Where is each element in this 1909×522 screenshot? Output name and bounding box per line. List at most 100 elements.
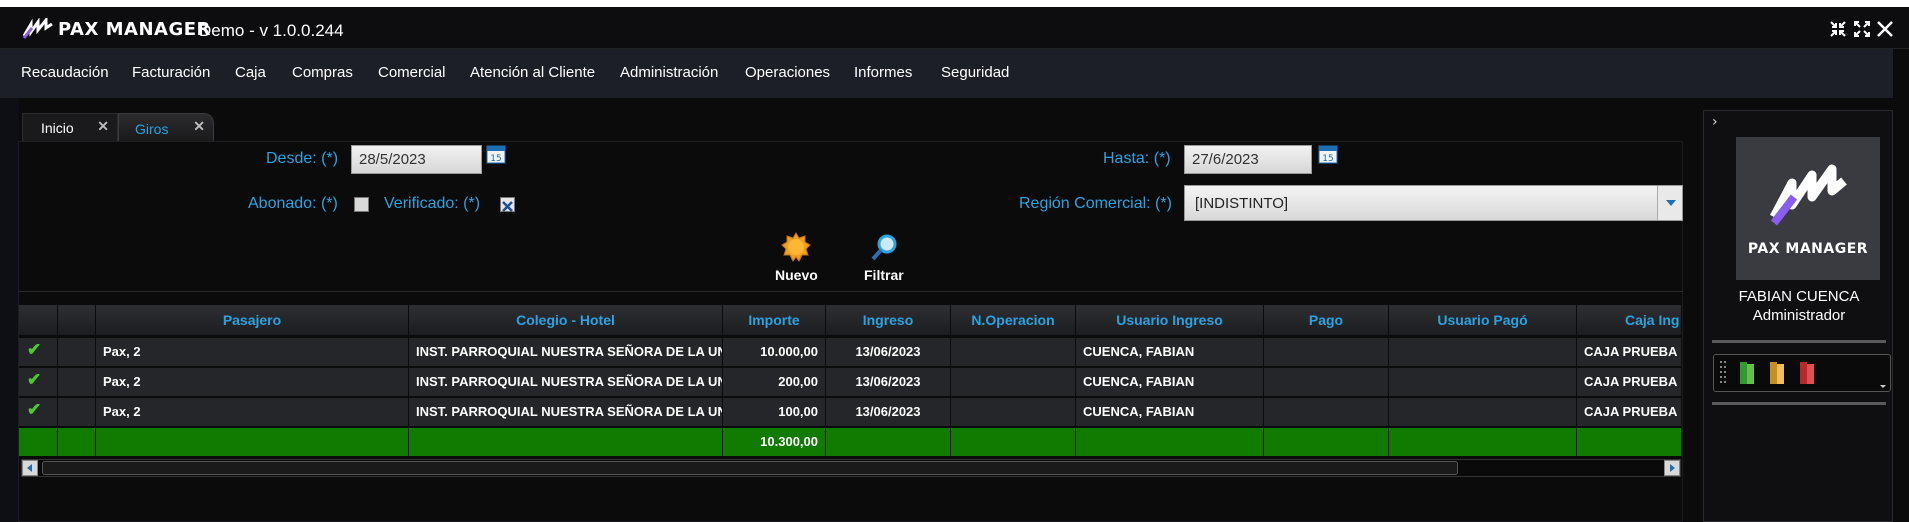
menu-seguridad[interactable]: Seguridad xyxy=(941,64,1009,81)
desde-date-input[interactable]: 28/5/2023 xyxy=(351,145,482,174)
cell-ingreso[interactable]: 13/06/2023 xyxy=(826,398,951,426)
menu-facturacion[interactable]: Facturación xyxy=(132,64,210,81)
scroll-left-icon[interactable] xyxy=(22,460,38,476)
table-cell[interactable] xyxy=(58,338,96,366)
cell-n-operacion[interactable] xyxy=(951,338,1076,366)
total-row-cell xyxy=(951,428,1076,456)
divider xyxy=(1712,402,1886,405)
column-header-usuario-pago[interactable]: Usuario Pagó xyxy=(1389,305,1577,335)
cell-caja-ingreso[interactable]: CAJA PRUEBA xyxy=(1577,338,1682,366)
checkbox-x-icon xyxy=(502,201,513,212)
cell-pasajero[interactable]: Pax, 2 xyxy=(96,338,409,366)
cell-n-operacion[interactable] xyxy=(951,398,1076,426)
total-row-cell xyxy=(1076,428,1264,456)
minimize-icon[interactable] xyxy=(1829,20,1847,43)
cell-caja-ingreso[interactable]: CAJA PRUEBA xyxy=(1577,368,1682,396)
column-header-importe[interactable]: Importe xyxy=(723,305,826,335)
chevron-down-icon[interactable] xyxy=(1657,186,1682,220)
cell-usuario-ingreso[interactable]: CUENCA, FABIAN xyxy=(1076,338,1264,366)
cell-colegio-hotel[interactable]: INST. PARROQUIAL NUESTRA SEÑORA DE LA UN xyxy=(409,368,723,396)
scrollbar-thumb[interactable] xyxy=(42,461,1458,475)
column-header-pasajero[interactable]: Pasajero xyxy=(96,305,409,335)
close-tab-icon[interactable]: ✕ xyxy=(97,118,109,135)
hasta-date-input[interactable]: 27/6/2023 xyxy=(1184,145,1312,174)
row-status-cell[interactable]: ✔ xyxy=(19,338,58,366)
total-row-cell xyxy=(1389,428,1577,456)
calendar-icon[interactable]: 15 xyxy=(486,144,506,164)
magnifier-icon xyxy=(871,234,897,261)
menu-atencion-cliente[interactable]: Atención al Cliente xyxy=(470,64,595,81)
title-bar: PAX MANAGER Demo - v 1.0.0.244 xyxy=(0,7,1909,49)
menu-comercial[interactable]: Comercial xyxy=(378,64,446,81)
menu-informes[interactable]: Informes xyxy=(854,64,912,81)
menu-administracion[interactable]: Administración xyxy=(620,64,718,81)
column-header-blank[interactable] xyxy=(58,305,96,335)
column-header-n-operacion[interactable]: N.Operacion xyxy=(951,305,1076,335)
column-header-status[interactable] xyxy=(19,305,58,335)
cell-n-operacion[interactable] xyxy=(951,368,1076,396)
cell-ingreso[interactable]: 13/06/2023 xyxy=(826,368,951,396)
new-star-icon xyxy=(781,232,812,262)
check-icon: ✔ xyxy=(27,340,42,359)
region-comercial-select[interactable]: [INDISTINTO] xyxy=(1184,185,1683,221)
cell-pago[interactable] xyxy=(1264,338,1389,366)
calendar-icon[interactable]: 15 xyxy=(1318,144,1338,164)
cell-colegio-hotel[interactable]: INST. PARROQUIAL NUESTRA SEÑORA DE LA UN xyxy=(409,338,723,366)
close-icon[interactable] xyxy=(1876,20,1894,43)
maximize-icon[interactable] xyxy=(1853,20,1871,43)
app-logo: PAX MANAGER xyxy=(22,16,211,42)
menu-caja[interactable]: Caja xyxy=(235,64,266,81)
cell-usuario-pago[interactable] xyxy=(1389,368,1577,396)
row-status-cell[interactable]: ✔ xyxy=(19,398,58,426)
nuevo-button[interactable]: Nuevo xyxy=(775,232,818,283)
divider xyxy=(18,291,1683,292)
cell-usuario-pago[interactable] xyxy=(1389,338,1577,366)
top-strip xyxy=(0,0,1909,7)
cell-usuario-ingreso[interactable]: CUENCA, FABIAN xyxy=(1076,398,1264,426)
desde-label: Desde: (*) xyxy=(266,150,339,167)
column-header-pago[interactable]: Pago xyxy=(1264,305,1389,335)
cell-importe[interactable]: 10.000,00 xyxy=(723,338,826,366)
check-icon: ✔ xyxy=(27,370,42,389)
scroll-right-icon[interactable] xyxy=(1664,460,1680,476)
total-row-cell xyxy=(96,428,409,456)
cell-ingreso[interactable]: 13/06/2023 xyxy=(826,338,951,366)
row-status-cell[interactable]: ✔ xyxy=(19,368,58,396)
logo-text: PAX MANAGER xyxy=(58,18,211,40)
chevron-right-icon[interactable]: › xyxy=(1712,114,1718,130)
table-cell[interactable] xyxy=(58,398,96,426)
cell-usuario-ingreso[interactable]: CUENCA, FABIAN xyxy=(1076,368,1264,396)
cell-importe[interactable]: 100,00 xyxy=(723,398,826,426)
cell-usuario-pago[interactable] xyxy=(1389,398,1577,426)
table-cell[interactable] xyxy=(58,368,96,396)
avatar-logo-text: PAX MANAGER xyxy=(1747,241,1869,257)
pax-logo-icon xyxy=(1770,164,1847,226)
menu-recaudacion[interactable]: Recaudación xyxy=(21,64,109,81)
cell-caja-ingreso[interactable]: CAJA PRUEBA xyxy=(1577,398,1682,426)
cell-pago[interactable] xyxy=(1264,398,1389,426)
total-row-cell xyxy=(58,428,96,456)
horizontal-scrollbar[interactable] xyxy=(21,459,1681,477)
tab-giros[interactable]: Giros ✕ xyxy=(118,113,214,141)
main-menu-bar: Recaudación Facturación Caja Compras Com… xyxy=(0,49,1909,98)
verificado-checkbox[interactable] xyxy=(500,197,515,212)
close-tab-icon[interactable]: ✕ xyxy=(193,118,205,135)
column-header-usuario-ingreso[interactable]: Usuario Ingreso xyxy=(1076,305,1264,335)
menu-operaciones[interactable]: Operaciones xyxy=(745,64,830,81)
cell-pago[interactable] xyxy=(1264,368,1389,396)
menu-compras[interactable]: Compras xyxy=(292,64,353,81)
status-indicator-box[interactable] xyxy=(1713,354,1891,392)
tab-inicio[interactable]: Inicio ✕ xyxy=(22,113,118,141)
abonado-checkbox[interactable] xyxy=(354,197,369,212)
column-header-caja-ingreso[interactable]: Caja Ing xyxy=(1577,305,1682,335)
column-header-colegio-hotel[interactable]: Colegio - Hotel xyxy=(409,305,723,335)
status-lights-icon xyxy=(1720,361,1886,388)
cell-importe[interactable]: 200,00 xyxy=(723,368,826,396)
app-title: Demo - v 1.0.0.244 xyxy=(199,21,344,40)
cell-colegio-hotel[interactable]: INST. PARROQUIAL NUESTRA SEÑORA DE LA UN xyxy=(409,398,723,426)
filtrar-button[interactable]: Filtrar xyxy=(864,232,904,283)
cell-pasajero[interactable]: Pax, 2 xyxy=(96,368,409,396)
column-header-ingreso[interactable]: Ingreso xyxy=(826,305,951,335)
total-row-cell xyxy=(409,428,723,456)
cell-pasajero[interactable]: Pax, 2 xyxy=(96,398,409,426)
